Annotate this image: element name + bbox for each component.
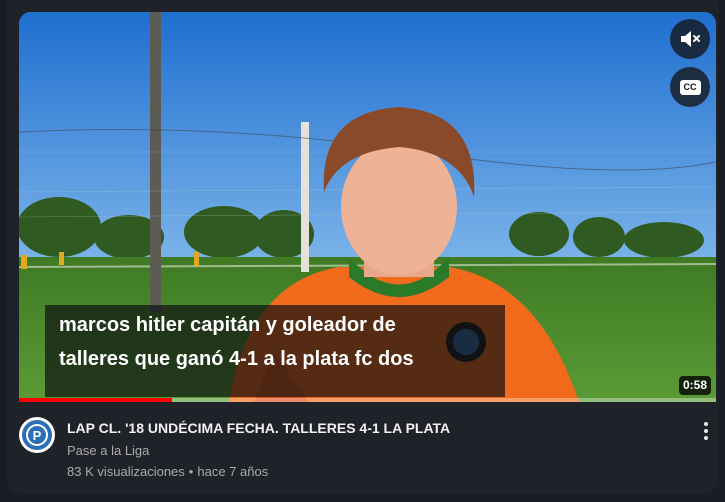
kebab-menu-icon <box>704 422 708 426</box>
progress-bar[interactable] <box>19 398 716 402</box>
meta-separator: • <box>188 464 194 479</box>
video-meta: 83 K visualizaciones • hace 7 años <box>67 464 268 479</box>
progress-fill <box>19 398 173 402</box>
channel-logo-icon: P <box>20 418 54 452</box>
captions-button[interactable]: CC <box>670 67 710 107</box>
caption-line: talleres que ganó 4-1 a la plata fc dos <box>59 348 414 370</box>
volume-muted-icon <box>681 31 700 47</box>
view-count: 83 K visualizaciones <box>67 464 185 479</box>
more-options-button[interactable] <box>696 418 716 444</box>
upload-age: hace 7 años <box>197 464 269 479</box>
caption-box: marcos hitler capitán y goleador de tall… <box>45 305 505 397</box>
video-player[interactable]: CC marcos hitler capitán y goleador de t… <box>19 12 716 402</box>
channel-name[interactable]: Pase a la Liga <box>67 443 149 458</box>
svg-text:P: P <box>33 428 42 443</box>
caption-line: marcos hitler capitán y goleador de <box>59 314 396 336</box>
video-title[interactable]: LAP CL. '18 UNDÉCIMA FECHA. TALLERES 4-1… <box>67 420 450 436</box>
mute-button[interactable] <box>670 19 710 59</box>
duration-badge: 0:58 <box>679 376 712 395</box>
channel-avatar[interactable]: P <box>19 417 55 453</box>
closed-captions-icon: CC <box>679 79 701 95</box>
